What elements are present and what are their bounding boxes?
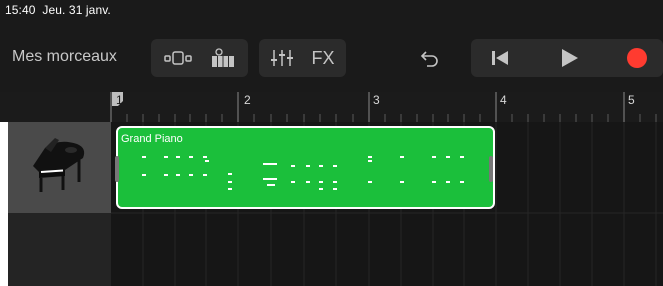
record-button[interactable] <box>612 39 662 77</box>
region-right-handle[interactable] <box>489 156 493 182</box>
garageband-screen: 15:40 Jeu. 31 janv. Mes morceaux FX 1 2 … <box>0 0 663 286</box>
rewind-button[interactable] <box>475 39 525 77</box>
track-header-grand-piano[interactable] <box>8 122 111 213</box>
mixer-icon <box>271 50 293 66</box>
play-icon <box>562 49 578 67</box>
undo-icon <box>420 51 438 67</box>
play-button[interactable] <box>544 39 594 77</box>
status-date: Jeu. 31 janv. <box>42 3 111 17</box>
status-time-date: 15:40 Jeu. 31 janv. <box>5 3 111 17</box>
status-bar: 15:40 Jeu. 31 janv. <box>0 0 663 22</box>
bar-number-5: 5 <box>628 93 635 107</box>
fx-button[interactable]: FX <box>298 39 348 77</box>
timeline-ruler[interactable] <box>0 92 663 122</box>
instrument-view-button[interactable] <box>198 39 248 77</box>
rewind-icon <box>492 51 508 65</box>
tracks-view-button[interactable] <box>153 39 203 77</box>
bar-number-2: 2 <box>244 93 251 107</box>
piano-keys-icon <box>212 48 234 67</box>
fx-icon: FX <box>311 47 335 68</box>
region-left-handle[interactable] <box>115 156 119 182</box>
grand-piano-icon <box>33 138 85 192</box>
record-icon <box>627 48 647 68</box>
bar-number-1: 1 <box>116 93 123 107</box>
undo-button[interactable] <box>405 39 455 77</box>
status-time: 15:40 <box>5 3 36 17</box>
my-songs-button[interactable]: Mes morceaux <box>12 48 117 66</box>
bar-number-3: 3 <box>373 93 380 107</box>
ruler-ticks <box>110 92 657 122</box>
midi-notes <box>142 156 464 190</box>
bar-number-4: 4 <box>500 93 507 107</box>
tracks-view-icon <box>164 51 192 65</box>
